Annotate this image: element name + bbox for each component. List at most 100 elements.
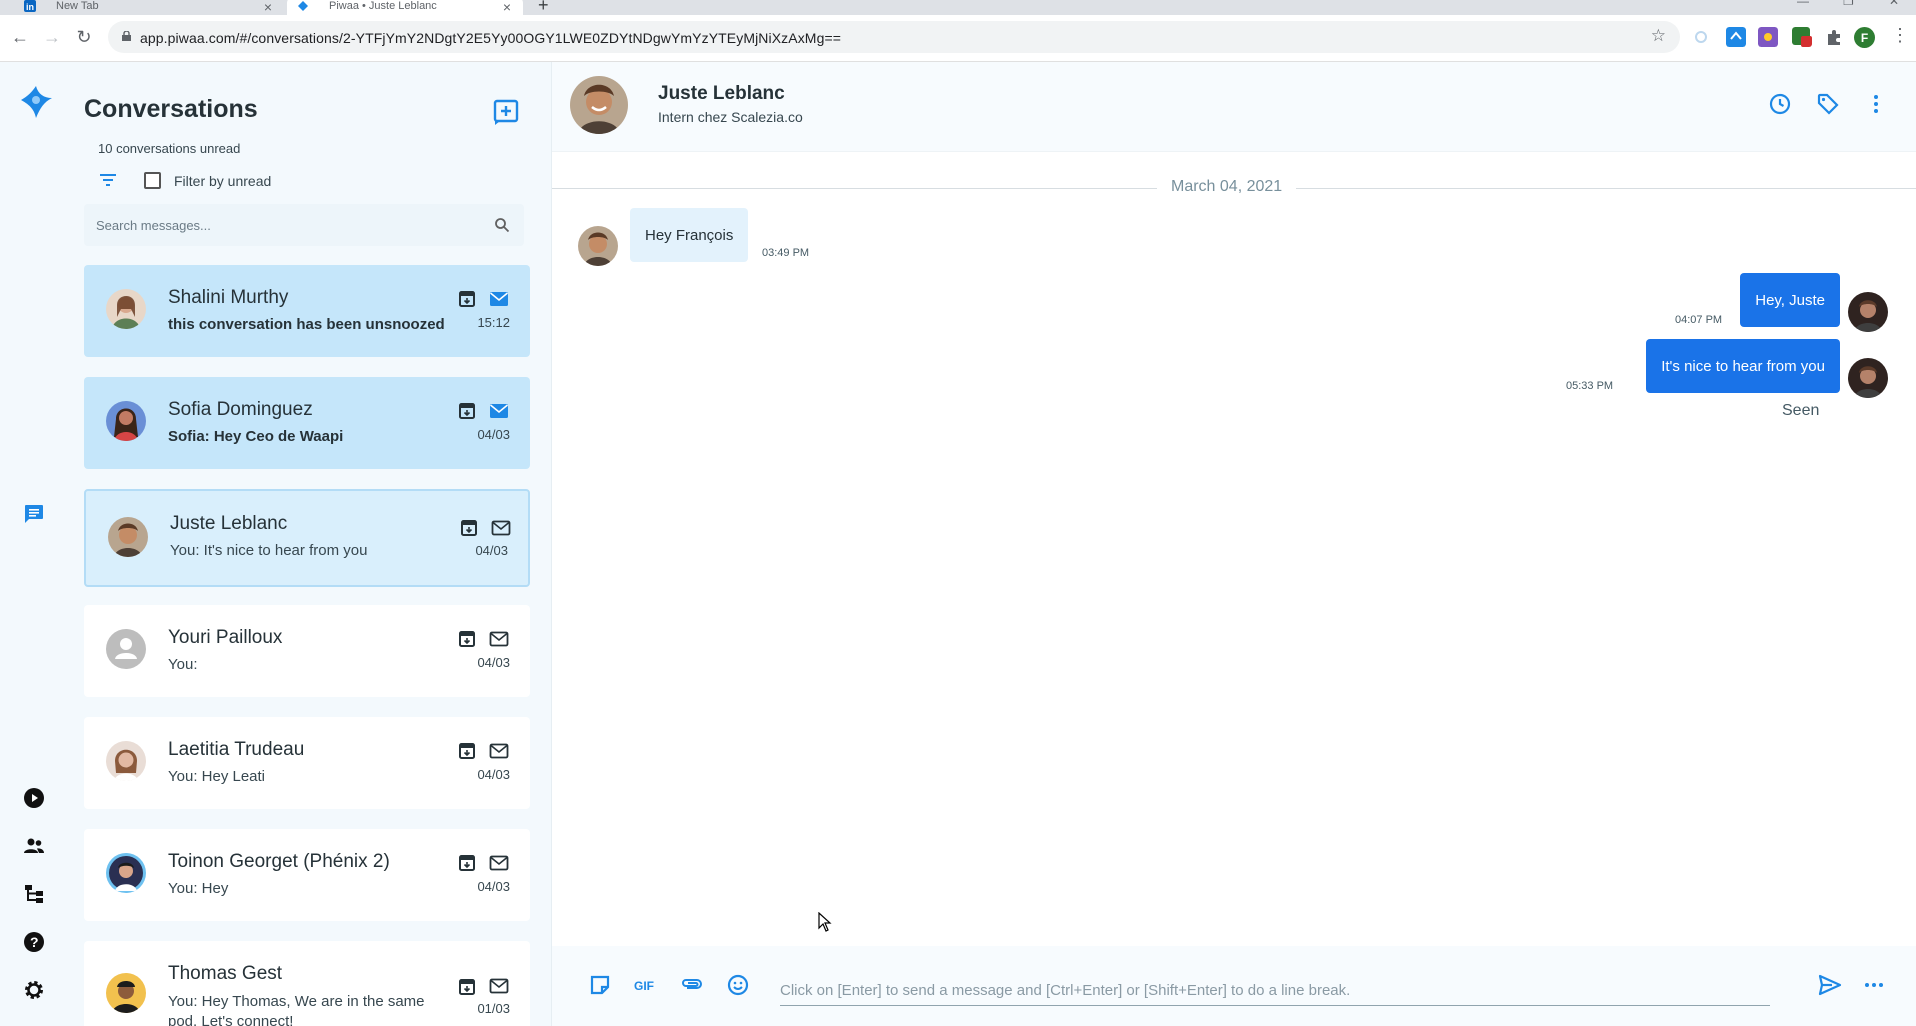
conversation-item[interactable]: Sofia Dominguez Sofia: Hey Ceo de Waapi …	[84, 377, 530, 469]
contact-avatar[interactable]	[570, 76, 628, 134]
message-bubble-incoming[interactable]: Hey François	[630, 208, 749, 262]
avatar	[106, 853, 146, 893]
conversation-item[interactable]: Shalini Murthy this conversation has bee…	[84, 265, 530, 357]
reload-icon[interactable]: ↻	[72, 25, 96, 49]
piwaa-logo-icon	[298, 1, 308, 11]
message-preview: You: Hey	[168, 880, 229, 897]
message-bubble-outgoing[interactable]: It's nice to hear from you	[1646, 339, 1840, 393]
search-icon[interactable]	[494, 217, 510, 233]
conversation-time: 04/03	[477, 427, 510, 442]
conversations-panel: Conversations 10 conversations unread Fi…	[70, 62, 552, 1026]
emoji-icon[interactable]	[726, 973, 750, 997]
svg-text:in: in	[26, 2, 34, 12]
browser-menu-icon[interactable]: ⋮	[1891, 25, 1909, 46]
search-box	[84, 204, 524, 246]
archive-icon[interactable]	[458, 978, 476, 996]
conversation-item[interactable]: Thomas Gest You: Hey Thomas, We are in t…	[84, 941, 530, 1026]
close-tab-icon[interactable]: ×	[264, 0, 272, 15]
browser-toolbar: ← → ↻ app.piwaa.com/#/conversations/2-YT…	[0, 15, 1916, 62]
extension-green-icon[interactable]	[1792, 27, 1812, 47]
archive-icon[interactable]	[458, 290, 476, 308]
attachment-icon[interactable]	[680, 973, 704, 997]
mail-unread-icon[interactable]	[489, 290, 509, 308]
avatar	[106, 629, 146, 669]
profile-avatar[interactable]: F	[1854, 27, 1875, 48]
archive-icon[interactable]	[458, 854, 476, 872]
mail-read-icon[interactable]	[491, 519, 511, 537]
maximize-icon[interactable]: ❐	[1843, 0, 1854, 8]
note-icon[interactable]	[588, 973, 612, 997]
conversation-item[interactable]: Toinon Georget (Phénix 2) You: Hey 04/03	[84, 829, 530, 921]
forward-icon[interactable]: →	[40, 25, 64, 49]
extension-purple-icon[interactable]	[1758, 27, 1778, 47]
mail-read-icon[interactable]	[489, 742, 509, 760]
avatar	[106, 289, 146, 329]
conversation-time: 01/03	[477, 1001, 510, 1016]
send-icon[interactable]	[1818, 973, 1842, 997]
address-bar[interactable]: app.piwaa.com/#/conversations/2-YTFjYmY2…	[108, 21, 1680, 53]
contact-name: Youri Pailloux	[168, 627, 283, 648]
extension-circle-icon[interactable]	[1695, 31, 1707, 43]
contact-name: Laetitia Trudeau	[168, 739, 305, 760]
browser-tabstrip: in New Tab × Piwaa • Juste Leblanc × + —…	[0, 0, 1916, 15]
mail-read-icon[interactable]	[489, 630, 509, 648]
help-icon[interactable]: ?	[22, 930, 46, 954]
conversation-time: 04/03	[475, 543, 508, 558]
play-icon[interactable]	[22, 786, 46, 810]
message-input[interactable]	[780, 976, 1770, 1006]
filter-icon[interactable]	[98, 170, 118, 190]
piwaa-logo-icon[interactable]	[18, 84, 54, 120]
mail-read-icon[interactable]	[489, 854, 509, 872]
puzzle-icon[interactable]	[1824, 27, 1844, 47]
conversation-time: 04/03	[477, 879, 510, 894]
mail-unread-icon[interactable]	[489, 402, 509, 420]
snooze-clock-icon[interactable]	[1768, 92, 1792, 116]
close-tab-icon[interactable]: ×	[503, 0, 511, 15]
piwaa-extension-icon[interactable]	[1726, 27, 1746, 47]
user-avatar	[1848, 358, 1888, 398]
conversation-item[interactable]: Youri Pailloux You: 04/03	[84, 605, 530, 697]
message-bubble-outgoing[interactable]: Hey, Juste	[1740, 273, 1840, 327]
tag-icon[interactable]	[1816, 92, 1840, 116]
tab-new-tab[interactable]: in New Tab ×	[14, 0, 284, 15]
conversation-item[interactable]: Laetitia Trudeau You: Hey Leati 04/03	[84, 717, 530, 809]
gif-icon[interactable]: GIF	[632, 973, 660, 997]
mail-read-icon[interactable]	[489, 977, 509, 995]
conversation-item-selected[interactable]: Juste Leblanc You: It's nice to hear fro…	[84, 489, 530, 587]
contacts-icon[interactable]	[22, 834, 46, 858]
workflow-icon[interactable]	[22, 882, 46, 906]
tab-title: Piwaa • Juste Leblanc	[329, 0, 437, 12]
bookmark-star-icon[interactable]: ☆	[1651, 26, 1666, 46]
archive-icon[interactable]	[458, 630, 476, 648]
new-conversation-icon[interactable]	[492, 98, 520, 126]
tab-title: New Tab	[56, 0, 99, 12]
message-preview: Sofia: Hey Ceo de Waapi	[168, 428, 344, 445]
contact-name: Toinon Georget (Phénix 2)	[168, 851, 390, 872]
conversation-list: Shalini Murthy this conversation has bee…	[84, 265, 530, 1026]
filter-unread-label: Filter by unread	[174, 173, 272, 189]
archive-icon[interactable]	[458, 742, 476, 760]
more-horizontal-icon[interactable]	[1862, 973, 1886, 997]
archive-icon[interactable]	[460, 519, 478, 537]
mouse-cursor-icon	[818, 912, 832, 932]
tab-piwaa[interactable]: Piwaa • Juste Leblanc ×	[287, 0, 523, 15]
contact-subtitle: Intern chez Scalezia.co	[658, 109, 803, 125]
contact-avatar	[578, 226, 618, 266]
settings-gear-icon[interactable]	[22, 978, 46, 1002]
new-tab-button[interactable]: +	[538, 0, 549, 15]
archive-icon[interactable]	[458, 402, 476, 420]
conversations-icon[interactable]	[22, 502, 46, 526]
more-vertical-icon[interactable]	[1864, 92, 1888, 116]
filter-unread-checkbox[interactable]	[144, 172, 161, 189]
conversation-time: 15:12	[477, 315, 510, 330]
seen-status: Seen	[1782, 402, 1820, 419]
search-input[interactable]	[84, 204, 484, 246]
linkedin-icon: in	[24, 0, 36, 12]
message-time: 03:49 PM	[762, 247, 810, 259]
message-preview: this conversation has been unsnoozed	[168, 316, 445, 333]
minimize-icon[interactable]: —	[1797, 0, 1809, 8]
close-window-icon[interactable]: ✕	[1889, 0, 1899, 8]
svg-text:GIF: GIF	[634, 979, 654, 993]
message-preview: You: Hey Leati	[168, 768, 266, 785]
back-icon[interactable]: ←	[8, 25, 32, 49]
